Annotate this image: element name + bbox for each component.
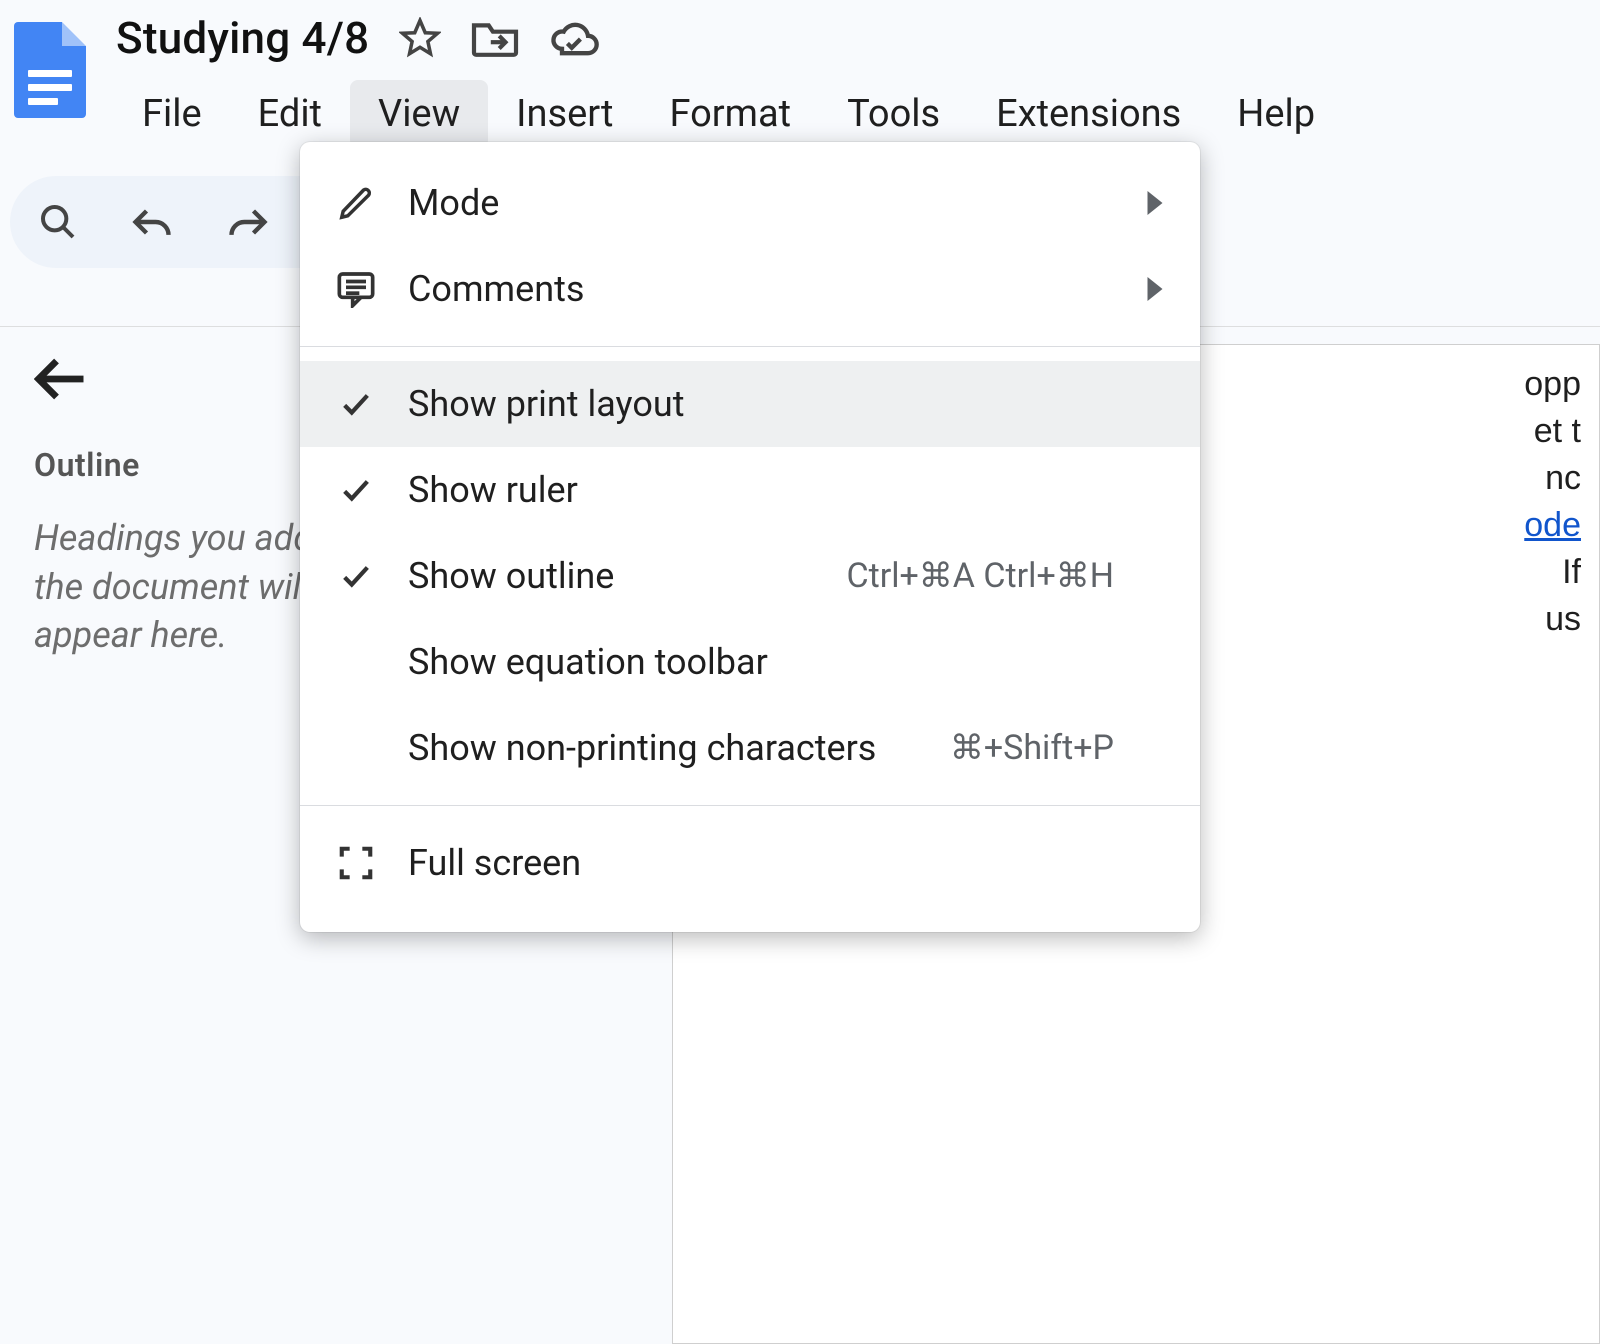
menu-item-label: Mode <box>408 182 1068 224</box>
menu-item-label: Show print layout <box>408 383 1068 425</box>
comments-icon <box>330 270 382 308</box>
view-menu-comments[interactable]: Comments <box>300 246 1200 332</box>
view-menu-show-nonprinting[interactable]: Show non-printing characters ⌘+Shift+P <box>300 705 1200 791</box>
move-icon[interactable] <box>469 17 521 59</box>
star-icon[interactable] <box>399 17 441 59</box>
menu-item-label: Show ruler <box>408 469 1068 511</box>
menu-item-label: Comments <box>408 268 1068 310</box>
check-icon <box>330 559 382 593</box>
cloud-saved-icon[interactable] <box>549 17 601 59</box>
menu-format[interactable]: Format <box>641 80 819 148</box>
canvas-line: nc <box>1545 459 1581 497</box>
canvas-line: et t <box>1534 412 1581 450</box>
menu-insert[interactable]: Insert <box>488 80 641 148</box>
menu-view[interactable]: View <box>350 80 488 148</box>
docs-logo-icon[interactable] <box>14 22 86 118</box>
chevron-right-icon <box>1140 277 1170 301</box>
view-menu-full-screen[interactable]: Full screen <box>300 820 1200 906</box>
menu-tools[interactable]: Tools <box>819 80 968 148</box>
pencil-icon <box>330 184 382 222</box>
menu-item-shortcut: ⌘+Shift+P <box>930 728 1114 768</box>
check-icon <box>330 473 382 507</box>
undo-icon[interactable] <box>130 202 174 242</box>
menu-edit[interactable]: Edit <box>230 80 350 148</box>
fullscreen-icon <box>330 844 382 882</box>
search-icon[interactable] <box>38 202 78 242</box>
menu-item-label: Show non-printing characters <box>408 727 904 769</box>
menu-help[interactable]: Help <box>1209 80 1343 148</box>
view-menu-show-ruler[interactable]: Show ruler <box>300 447 1200 533</box>
canvas-link[interactable]: ode <box>1524 506 1581 544</box>
menu-item-label: Show outline <box>408 555 800 597</box>
menu-item-label: Show equation toolbar <box>408 641 1068 683</box>
canvas-line: opp <box>1524 365 1581 403</box>
view-menu-show-outline[interactable]: Show outline Ctrl+⌘A Ctrl+⌘H <box>300 533 1200 619</box>
menu-separator <box>300 805 1200 806</box>
view-menu-mode[interactable]: Mode <box>300 160 1200 246</box>
canvas-line: us <box>1545 600 1581 638</box>
menubar: File Edit View Insert Format Tools Exten… <box>114 80 1343 148</box>
menu-file[interactable]: File <box>114 80 230 148</box>
menu-item-label: Full screen <box>408 842 1068 884</box>
menu-extensions[interactable]: Extensions <box>968 80 1209 148</box>
check-icon <box>330 387 382 421</box>
canvas-line: If <box>1562 553 1581 591</box>
view-menu-show-print-layout[interactable]: Show print layout <box>300 361 1200 447</box>
menu-separator <box>300 346 1200 347</box>
document-title[interactable]: Studying 4/8 <box>114 10 371 66</box>
view-menu-show-equation-toolbar[interactable]: Show equation toolbar <box>300 619 1200 705</box>
view-menu-dropdown: Mode Comments Show print layout Show rul… <box>300 142 1200 932</box>
chevron-right-icon <box>1140 191 1170 215</box>
redo-icon[interactable] <box>226 202 270 242</box>
menu-item-shortcut: Ctrl+⌘A Ctrl+⌘H <box>826 556 1114 596</box>
